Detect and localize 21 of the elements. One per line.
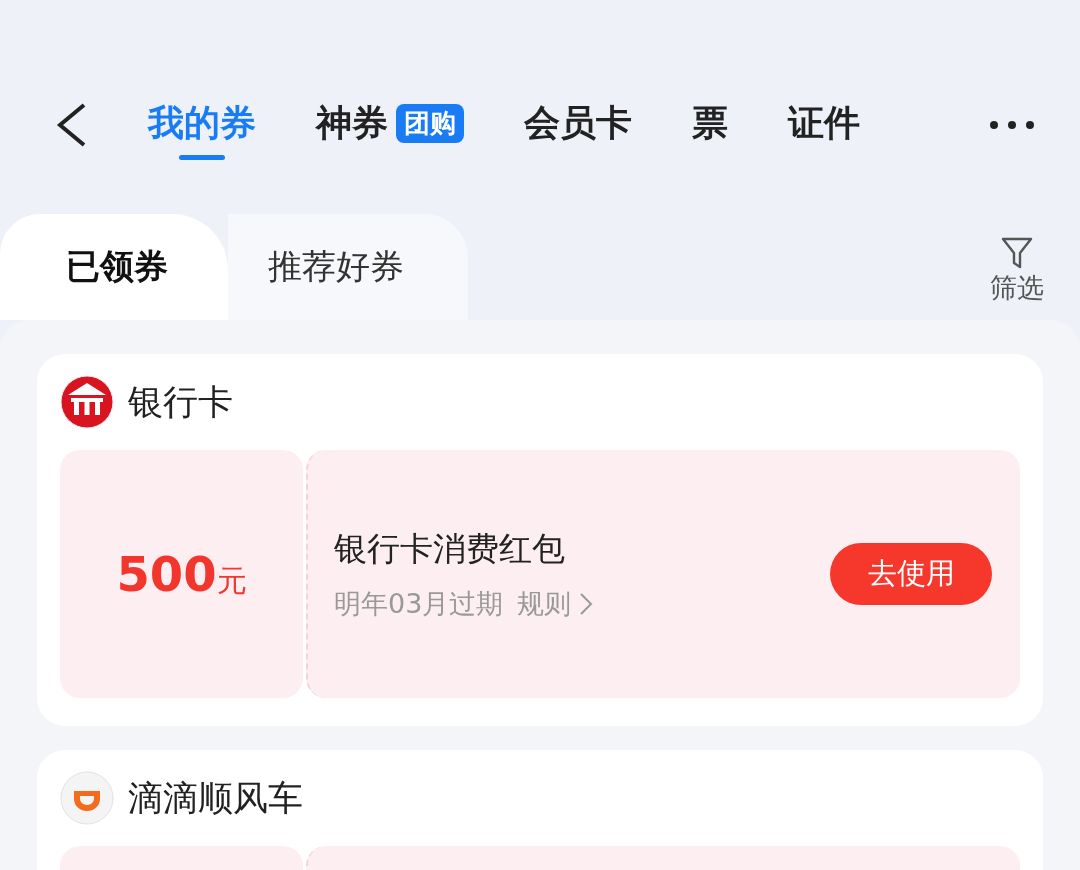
back-icon[interactable] <box>54 102 88 148</box>
coupon-amount: 500元 <box>116 546 247 602</box>
bank-icon <box>60 375 114 429</box>
filter-icon <box>1001 236 1033 270</box>
expiry-text: 明年03月过期 <box>334 586 504 621</box>
cup-logo-icon <box>60 771 114 825</box>
nav-tab[interactable]: 票 <box>692 90 728 160</box>
sub-tab[interactable]: 推荐好券 <box>228 214 468 320</box>
group-buy-badge: 团购 <box>396 103 464 143</box>
nav-tab[interactable]: 神券 团购 <box>316 90 464 160</box>
group-title: 银行卡 <box>128 380 233 424</box>
use-button[interactable]: 去使用 <box>830 543 992 605</box>
coupon-title: 银行卡消费红包 <box>334 527 566 570</box>
filter-button[interactable]: 筛选 <box>990 236 1044 306</box>
more-icon[interactable] <box>989 120 1035 130</box>
nav-tab[interactable]: 证件 <box>788 90 860 160</box>
nav-tab[interactable]: 我的券 <box>148 90 256 160</box>
group-title: 滴滴顺风车 <box>128 776 303 820</box>
chevron-icon <box>579 591 594 616</box>
sub-tab[interactable]: 已领券 <box>0 214 228 320</box>
nav-tab[interactable]: 会员卡 <box>524 90 632 160</box>
